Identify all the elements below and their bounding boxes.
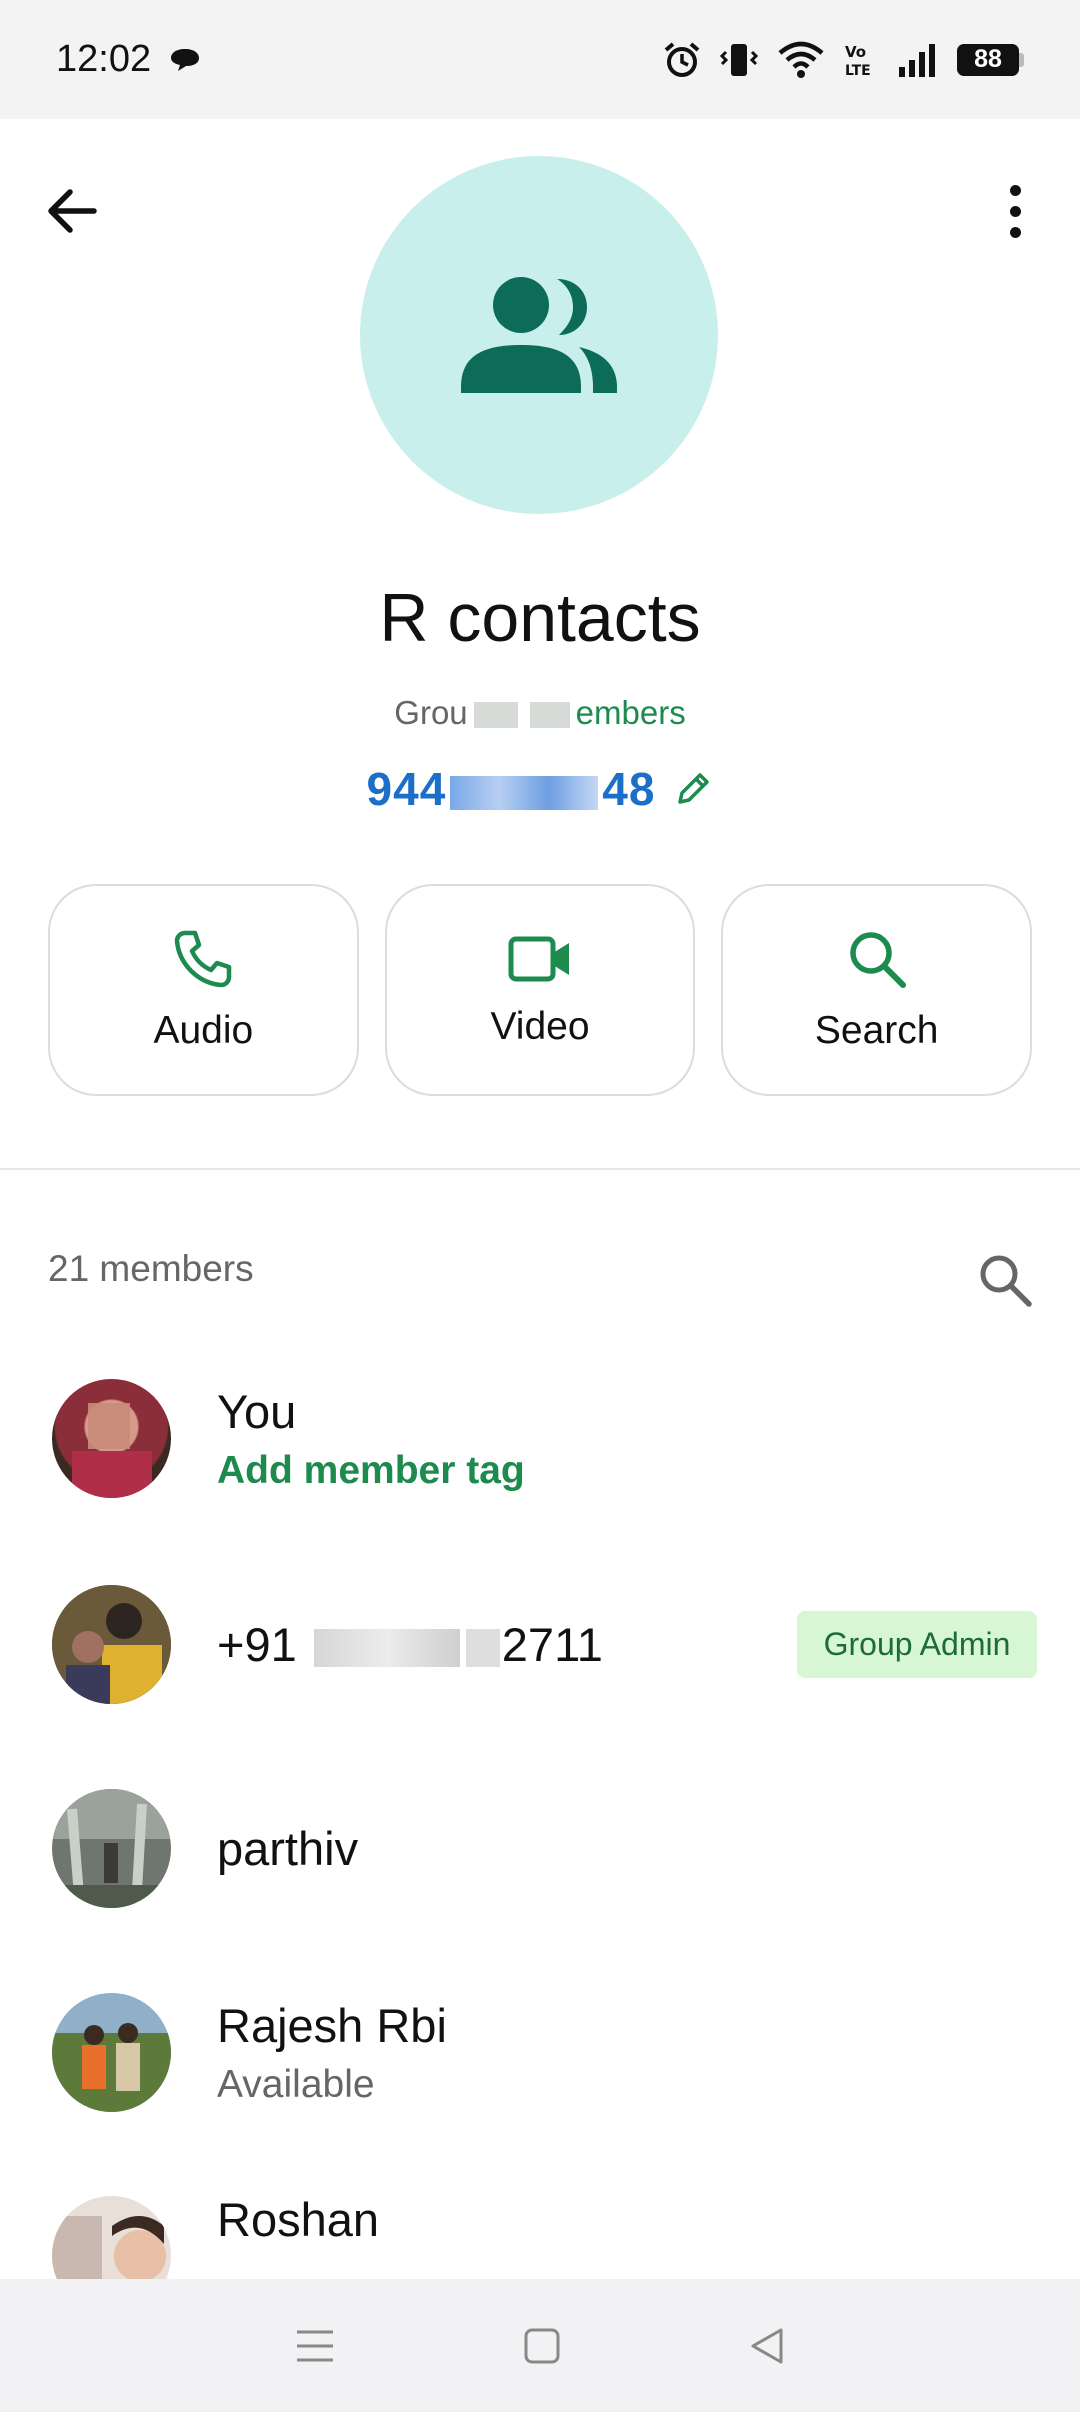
phone-prefix: +91: [217, 1617, 297, 1671]
member-info: Roshan: [217, 2192, 379, 2247]
avatar: [52, 1584, 171, 1704]
member-phone: +91 2711: [217, 1617, 603, 1672]
volte-icon: Vo LTE: [845, 43, 871, 79]
video-label: Video: [490, 1005, 590, 1048]
list-item[interactable]: You Add member tag: [0, 1336, 1080, 1540]
group-avatar[interactable]: [360, 156, 718, 514]
avatar-image: [52, 1584, 171, 1704]
alarm-icon: [664, 41, 700, 77]
more-vertical-icon[interactable]: [990, 175, 1040, 247]
status-bar: 12:02 Vo LTE 88: [0, 0, 1080, 119]
avatar-image: [72, 1402, 152, 1498]
group-admin-badge: Group Admin: [797, 1610, 1037, 1678]
member-name: Roshan: [217, 2193, 379, 2246]
list-item[interactable]: Roshan: [0, 2154, 1080, 2279]
group-subtitle: Grou embers: [0, 694, 1080, 732]
avatar: [52, 1992, 171, 2112]
group-code: 944 48: [367, 762, 656, 816]
redacted-block: [465, 1629, 500, 1668]
svg-text:LTE: LTE: [845, 63, 871, 79]
video-call-button[interactable]: Video: [384, 884, 696, 1096]
avatar-image: [52, 2196, 171, 2279]
signal-icon: [899, 43, 935, 77]
section-divider: [0, 1168, 1080, 1170]
group-subtitle-prefix: Grou: [394, 694, 468, 731]
phone-icon: [175, 930, 232, 988]
status-time: 12:02: [56, 38, 152, 80]
group-name: R contacts: [379, 580, 701, 656]
avatar-image: [52, 1788, 171, 1908]
avatar: [52, 1788, 171, 1908]
search-icon[interactable]: [975, 1250, 1035, 1310]
home-square-icon[interactable]: [522, 2326, 562, 2366]
avatar: [52, 2196, 171, 2279]
group-icon: [461, 277, 617, 393]
group-subtitle-suffix: embers: [575, 694, 686, 731]
audio-call-button[interactable]: Audio: [48, 884, 359, 1096]
redacted-block: [450, 775, 599, 810]
member-info: parthiv: [217, 1821, 358, 1876]
video-camera-icon: [508, 936, 569, 982]
member-info: Rajesh Rbi Available: [217, 1998, 447, 2107]
menu-lines-icon[interactable]: [293, 2326, 337, 2366]
vibrate-icon: [719, 43, 759, 76]
member-name: parthiv: [217, 1821, 359, 1875]
svg-text:Vo: Vo: [845, 43, 866, 61]
avatar-image: [52, 1992, 171, 2112]
group-code-row[interactable]: 944 48: [0, 762, 1080, 816]
phone-suffix: 2711: [501, 1617, 603, 1671]
members-count: 21 members: [48, 1248, 254, 1289]
wifi-icon: [778, 41, 824, 78]
search-label: Search: [814, 1009, 939, 1052]
list-item[interactable]: Rajesh Rbi Available: [0, 1950, 1080, 2154]
member-status: Available: [217, 2062, 375, 2106]
add-member-tag-link[interactable]: Add member tag: [217, 1449, 525, 1493]
action-buttons: Audio Video Search: [48, 884, 1033, 1096]
pencil-icon[interactable]: [673, 769, 713, 809]
battery-icon: 88: [957, 43, 1024, 76]
list-item[interactable]: +91 2711 Group Admin: [0, 1542, 1080, 1746]
member-info: You Add member tag: [217, 1384, 525, 1493]
group-code-suffix: 48: [602, 763, 656, 815]
member-name: Rajesh Rbi: [217, 1998, 447, 2052]
avatar: [52, 1378, 171, 1498]
search-button[interactable]: Search: [721, 884, 1033, 1096]
arrow-back-icon[interactable]: [40, 179, 104, 243]
member-name: You: [217, 1384, 297, 1438]
back-triangle-icon[interactable]: [747, 2326, 787, 2366]
chat-bubble-icon: [171, 48, 200, 71]
search-icon: [849, 932, 906, 988]
member-info: +91 2711: [217, 1617, 603, 1672]
group-header: R contacts Grou embers 944 48 Audio Video: [0, 119, 1080, 1169]
redacted-block: [313, 1629, 460, 1668]
redacted-block: [473, 702, 518, 729]
audio-label: Audio: [153, 1009, 254, 1052]
list-item[interactable]: parthiv: [0, 1746, 1080, 1950]
redacted-block: [529, 702, 570, 729]
battery-level: 88: [957, 43, 1019, 76]
system-nav-bar: [0, 2279, 1080, 2412]
group-code-prefix: 944: [366, 763, 447, 815]
